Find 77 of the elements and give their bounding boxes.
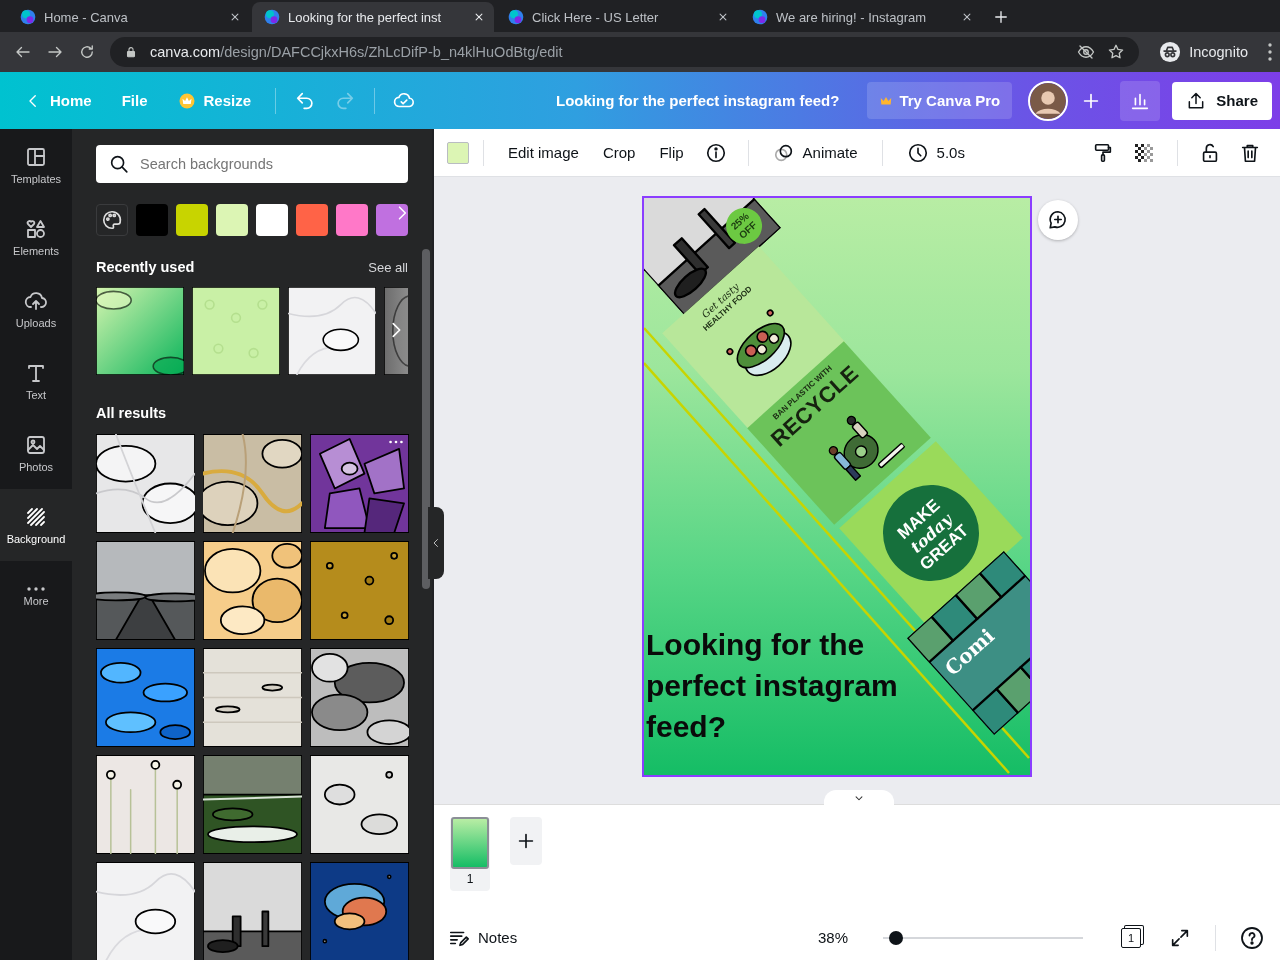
color-swatch[interactable]	[136, 204, 168, 236]
app-icon	[264, 9, 280, 25]
tab-title: Looking for the perfect inst	[288, 9, 443, 25]
page-count-button[interactable]: 1	[1121, 927, 1141, 948]
help-icon[interactable]	[1240, 925, 1264, 950]
duration-button[interactable]: 5.0s	[896, 135, 975, 170]
palette-icon	[101, 209, 123, 231]
notes-button[interactable]: Notes	[448, 926, 518, 949]
sidebar-item[interactable]: Photos	[0, 417, 72, 489]
info-icon[interactable]	[704, 141, 727, 164]
add-page-button[interactable]	[510, 817, 542, 865]
insights-button[interactable]	[1120, 80, 1161, 121]
color-palette-button[interactable]	[96, 204, 128, 236]
sidebar-item[interactable]: Text	[0, 345, 72, 417]
app-icon	[752, 9, 768, 25]
page-number: 1	[466, 871, 474, 888]
collapse-panel-button[interactable]	[428, 507, 444, 579]
lock-icon	[124, 45, 138, 59]
color-swatch[interactable]	[336, 204, 368, 236]
tab-title: Click Here - US Letter	[532, 9, 660, 25]
more-icon	[27, 587, 45, 591]
star-icon[interactable]	[1107, 43, 1126, 61]
share-button[interactable]: Share	[1172, 81, 1272, 120]
tab-title: We are hiring! - Instagram	[776, 9, 928, 25]
crown-icon	[177, 91, 196, 110]
background-icon	[24, 505, 48, 529]
menu-icon[interactable]	[1268, 43, 1272, 61]
url-text: canva.com/design/DAFCCjkxH6s/ZhLcDifP-b_n4klHuOdBtg/edit	[150, 44, 563, 60]
browser-tab[interactable]: Home - Canva	[8, 2, 250, 32]
toolbar-button[interactable]: Edit image	[498, 138, 589, 167]
sidebar-item[interactable]: More	[0, 561, 72, 633]
color-swatch[interactable]	[296, 204, 328, 236]
color-swatch[interactable]	[176, 204, 208, 236]
address-field[interactable]: canva.com/design/DAFCCjkxH6s/ZhLcDifP-b_n4klHuOdBtg/edit	[110, 37, 1140, 67]
page-thumbnail[interactable]	[451, 817, 489, 869]
templates-icon	[24, 145, 48, 169]
toolbar-button[interactable]: Flip	[649, 138, 694, 167]
sidebar-item[interactable]: Background	[0, 489, 72, 561]
browser-tab[interactable]: Looking for the perfect inst	[252, 2, 494, 32]
eye-off-icon[interactable]	[1077, 43, 1096, 61]
new-tab-icon[interactable]	[992, 8, 1010, 26]
comment-add-icon	[1047, 209, 1069, 231]
browser-tab[interactable]: We are hiring! - Instagram	[740, 2, 982, 32]
section-title: Recently used	[96, 259, 195, 275]
color-swatch[interactable]	[256, 204, 288, 236]
sidebar-item[interactable]: Templates	[0, 129, 72, 201]
add-comment-button[interactable]	[1038, 200, 1078, 240]
app-icon	[508, 9, 524, 25]
sidebar-item[interactable]: Elements	[0, 201, 72, 273]
elements-icon	[24, 217, 48, 241]
try-pro-button[interactable]: Try Canva Pro	[867, 82, 1013, 119]
search-icon	[108, 153, 130, 175]
animate-button[interactable]: Animate	[762, 135, 868, 170]
paint-roller-icon[interactable]	[1092, 141, 1114, 164]
avatar-icon[interactable]	[1028, 80, 1069, 121]
slider-thumb[interactable]	[888, 930, 903, 945]
more-icon[interactable]	[389, 440, 403, 444]
color-swatch[interactable]	[376, 204, 408, 236]
sidebar-item[interactable]: Uploads	[0, 273, 72, 345]
see-all-link[interactable]: See all	[368, 259, 408, 275]
color-swatch[interactable]	[216, 204, 248, 236]
profile-button[interactable]: Incognito	[1153, 41, 1254, 63]
zoom-level[interactable]: 38%	[817, 929, 848, 946]
photos-icon	[24, 433, 48, 457]
browser-tab[interactable]: Click Here - US Letter	[496, 2, 738, 32]
design-heading[interactable]: Looking for the perfect instagram feed?	[646, 624, 946, 747]
toolbar-button[interactable]: Crop	[592, 138, 646, 167]
uploads-icon	[24, 289, 48, 313]
app-icon	[20, 9, 36, 25]
section-title: All results	[96, 405, 168, 421]
reload-icon[interactable]	[78, 43, 96, 61]
incognito-icon	[1159, 41, 1182, 63]
clock-icon	[906, 141, 929, 164]
search-field[interactable]: Search backgrounds	[96, 145, 408, 183]
tab-title: Home - Canva	[44, 9, 129, 25]
color-swatch[interactable]	[447, 141, 469, 164]
scrollbar[interactable]	[422, 249, 430, 589]
